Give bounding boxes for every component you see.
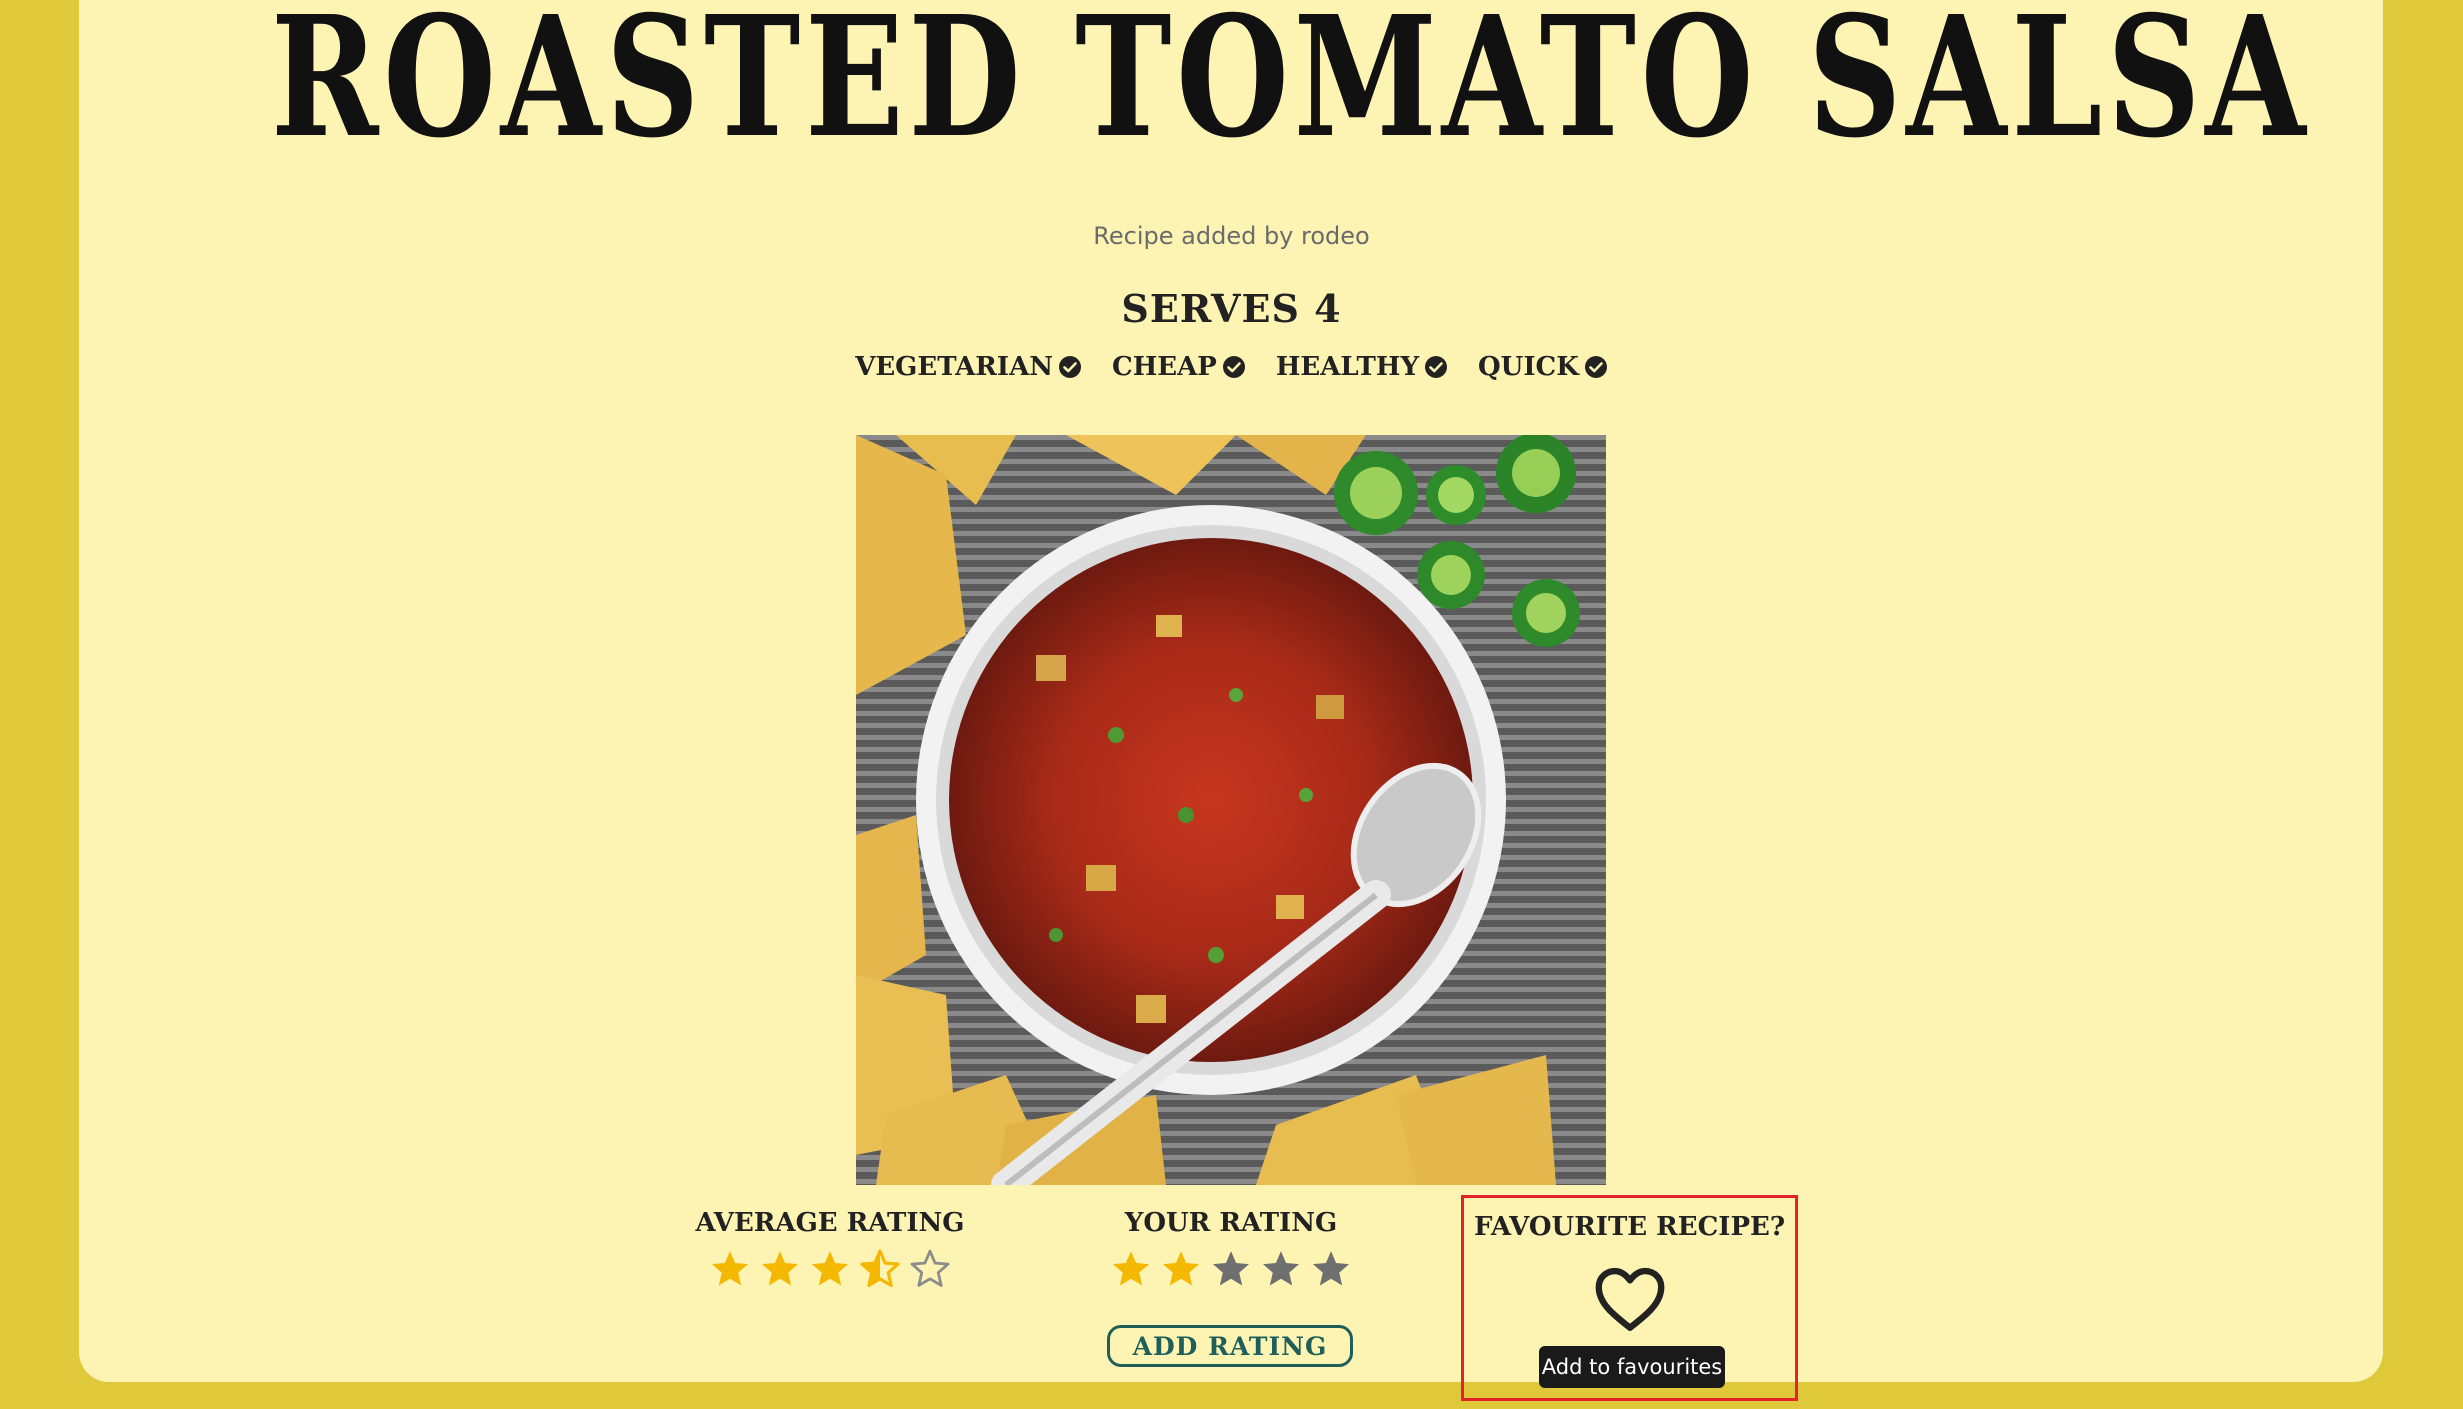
star-icon	[711, 1251, 749, 1286]
check-circle-icon	[1059, 356, 1082, 378]
star-icon[interactable]	[1260, 1248, 1302, 1290]
favourite-tooltip: Add to favourites	[1539, 1346, 1725, 1388]
your-rating-stars	[1091, 1248, 1371, 1290]
your-rating: YOUR RATING	[1091, 1208, 1371, 1290]
tag-quick: QUICK	[1478, 352, 1608, 382]
add-rating-button[interactable]: ADD RATING	[1107, 1325, 1353, 1367]
heart-outline-icon[interactable]	[1593, 1266, 1667, 1334]
check-circle-icon	[1222, 356, 1245, 378]
average-rating-heading: AVERAGE RATING	[695, 1208, 965, 1238]
average-rating-stars	[692, 1248, 968, 1290]
star-half-icon	[860, 1249, 900, 1288]
recipe-tags: VEGETARIAN CHEAP HEALTHY QUICK	[0, 352, 2463, 382]
tag-vegetarian: VEGETARIAN	[855, 352, 1082, 382]
star-icon[interactable]	[1160, 1248, 1202, 1290]
favourite-heading: FAVOURITE RECIPE?	[1473, 1212, 1786, 1242]
salsa-bowl-photo	[856, 435, 1606, 1185]
average-rating: AVERAGE RATING	[692, 1208, 968, 1290]
favourite-section: FAVOURITE RECIPE? Add to favourites	[1461, 1195, 1798, 1401]
serves-count: SERVES 4	[1121, 286, 1342, 331]
recipe-title: ROASTED TOMATO SALSA	[270, 0, 2311, 175]
star-icon[interactable]	[1110, 1248, 1152, 1290]
star-icon[interactable]	[1210, 1248, 1252, 1290]
tag-label: HEALTHY	[1275, 352, 1420, 382]
check-circle-icon	[1584, 356, 1607, 378]
your-rating-heading: YOUR RATING	[1124, 1208, 1338, 1238]
star-icon	[811, 1251, 849, 1286]
recipe-author: Recipe added by rodeo	[1093, 222, 1370, 250]
star-icon	[761, 1251, 799, 1286]
tag-healthy: HEALTHY	[1276, 352, 1448, 382]
star-icon[interactable]	[1310, 1248, 1352, 1290]
check-circle-icon	[1425, 356, 1448, 378]
tag-cheap: CHEAP	[1112, 352, 1246, 382]
recipe-photo	[856, 435, 1606, 1185]
star-outline-icon	[910, 1249, 950, 1287]
tag-label: VEGETARIAN	[855, 352, 1054, 382]
tag-label: CHEAP	[1112, 352, 1217, 382]
tag-label: QUICK	[1478, 352, 1579, 382]
